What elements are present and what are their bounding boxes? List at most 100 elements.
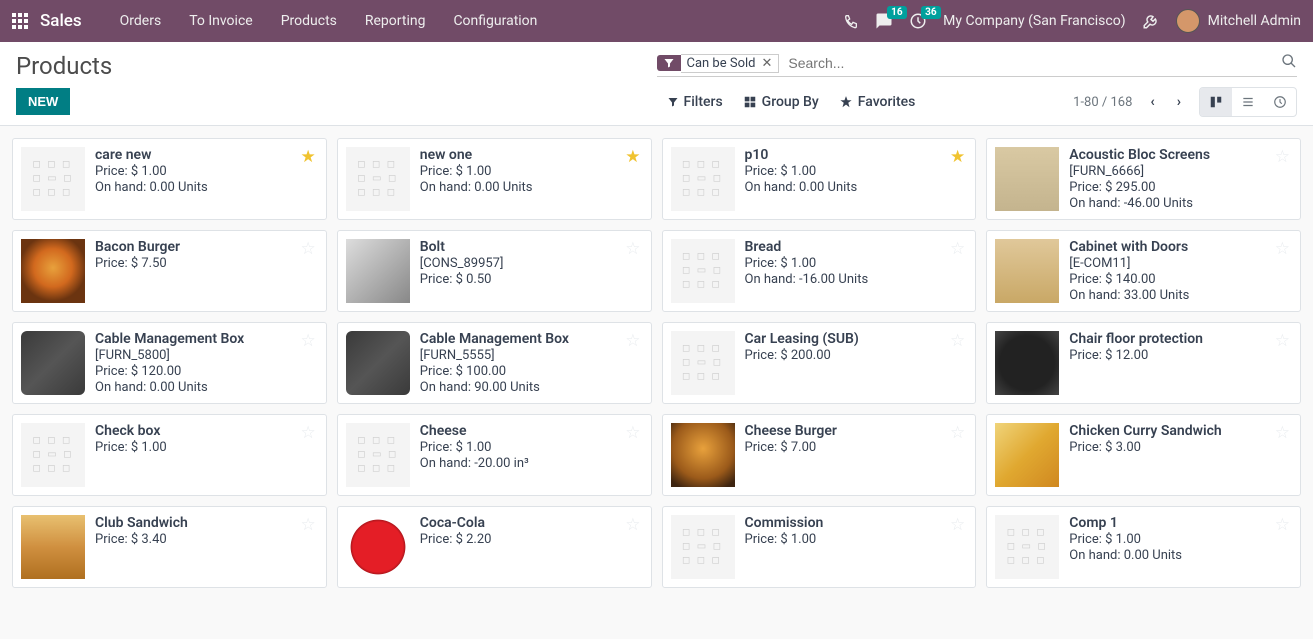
pager-prev-icon[interactable]: ‹ bbox=[1146, 92, 1158, 112]
product-price: Price: $ 1.00 bbox=[745, 164, 968, 179]
groupby-button[interactable]: Group By bbox=[733, 90, 829, 114]
pager-next-icon[interactable]: › bbox=[1173, 92, 1185, 112]
product-price: Price: $ 140.00 bbox=[1069, 272, 1292, 287]
product-name: Car Leasing (SUB) bbox=[745, 331, 968, 347]
messages-icon[interactable]: 16 bbox=[875, 12, 893, 30]
product-card[interactable]: new onePrice: $ 1.00On hand: 0.00 Units … bbox=[337, 138, 652, 220]
product-ref: [CONS_89957] bbox=[420, 256, 643, 271]
product-card[interactable]: Club SandwichPrice: $ 3.40 ☆ bbox=[12, 506, 327, 588]
product-onhand: On hand: -46.00 Units bbox=[1069, 196, 1292, 211]
product-price: Price: $ 1.00 bbox=[745, 256, 968, 271]
user-menu[interactable]: Mitchell Admin bbox=[1176, 9, 1301, 33]
product-card[interactable]: Check boxPrice: $ 1.00 ☆ bbox=[12, 414, 327, 496]
product-card[interactable]: CommissionPrice: $ 1.00 ☆ bbox=[662, 506, 977, 588]
product-price: Price: $ 1.00 bbox=[745, 532, 968, 547]
menu-configuration[interactable]: Configuration bbox=[439, 0, 551, 42]
product-card[interactable]: Coca-ColaPrice: $ 2.20 ☆ bbox=[337, 506, 652, 588]
product-thumb bbox=[21, 515, 85, 579]
product-thumb bbox=[995, 331, 1059, 395]
favorite-star-icon[interactable]: ☆ bbox=[625, 515, 640, 535]
favorite-star-icon[interactable]: ★ bbox=[950, 147, 965, 167]
product-kanban: care newPrice: $ 1.00On hand: 0.00 Units… bbox=[0, 126, 1313, 600]
menu-orders[interactable]: Orders bbox=[106, 0, 176, 42]
favorites-button[interactable]: Favorites bbox=[829, 90, 926, 114]
phone-icon[interactable] bbox=[843, 13, 859, 29]
activities-icon[interactable]: 36 bbox=[909, 12, 927, 30]
filters-button[interactable]: Filters bbox=[657, 90, 733, 114]
favorite-star-icon[interactable]: ☆ bbox=[1275, 515, 1290, 535]
filter-facet-icon[interactable] bbox=[657, 55, 681, 71]
apps-menu-icon[interactable] bbox=[12, 13, 28, 29]
product-card[interactable]: Chicken Curry SandwichPrice: $ 3.00 ☆ bbox=[986, 414, 1301, 496]
company-selector[interactable]: My Company (San Francisco) bbox=[943, 13, 1125, 29]
favorite-star-icon[interactable]: ☆ bbox=[625, 423, 640, 443]
product-ref: [E-COM11] bbox=[1069, 256, 1292, 271]
product-name: Acoustic Bloc Screens bbox=[1069, 147, 1292, 163]
kanban-view-icon[interactable] bbox=[1200, 88, 1232, 116]
favorite-star-icon[interactable]: ☆ bbox=[301, 423, 316, 443]
list-view-icon[interactable] bbox=[1232, 88, 1264, 116]
product-name: Club Sandwich bbox=[95, 515, 318, 531]
search-input[interactable] bbox=[785, 52, 1281, 74]
filters-label: Filters bbox=[684, 94, 723, 110]
search-icon[interactable] bbox=[1281, 53, 1297, 73]
facet-remove-icon[interactable]: ✕ bbox=[761, 56, 772, 71]
favorite-star-icon[interactable]: ☆ bbox=[301, 331, 316, 351]
product-price: Price: $ 3.40 bbox=[95, 532, 318, 547]
favorite-star-icon[interactable]: ☆ bbox=[1275, 239, 1290, 259]
favorite-star-icon[interactable]: ★ bbox=[301, 147, 316, 167]
menu-products[interactable]: Products bbox=[267, 0, 351, 42]
product-thumb bbox=[21, 423, 85, 487]
view-switcher bbox=[1199, 87, 1297, 117]
product-card[interactable]: care newPrice: $ 1.00On hand: 0.00 Units… bbox=[12, 138, 327, 220]
product-price: Price: $ 1.00 bbox=[420, 164, 643, 179]
product-card[interactable]: p10Price: $ 1.00On hand: 0.00 Units ★ bbox=[662, 138, 977, 220]
favorite-star-icon[interactable]: ☆ bbox=[301, 239, 316, 259]
product-price: Price: $ 1.00 bbox=[95, 440, 318, 455]
favorite-star-icon[interactable]: ☆ bbox=[950, 331, 965, 351]
favorite-star-icon[interactable]: ☆ bbox=[950, 423, 965, 443]
product-thumb bbox=[671, 423, 735, 487]
product-card[interactable]: Bacon BurgerPrice: $ 7.50 ☆ bbox=[12, 230, 327, 312]
product-price: Price: $ 0.50 bbox=[420, 272, 643, 287]
product-card[interactable]: CheesePrice: $ 1.00On hand: -20.00 in³ ☆ bbox=[337, 414, 652, 496]
activity-view-icon[interactable] bbox=[1264, 88, 1296, 116]
product-card[interactable]: BreadPrice: $ 1.00On hand: -16.00 Units … bbox=[662, 230, 977, 312]
pager[interactable]: 1-80 / 168 bbox=[1073, 95, 1132, 110]
favorite-star-icon[interactable]: ☆ bbox=[625, 331, 640, 351]
favorite-star-icon[interactable]: ☆ bbox=[301, 515, 316, 535]
product-name: Chicken Curry Sandwich bbox=[1069, 423, 1292, 439]
product-onhand: On hand: -16.00 Units bbox=[745, 272, 968, 287]
product-thumb bbox=[346, 239, 410, 303]
favorite-star-icon[interactable]: ☆ bbox=[950, 515, 965, 535]
product-price: Price: $ 7.50 bbox=[95, 256, 318, 271]
product-onhand: On hand: 90.00 Units bbox=[420, 380, 643, 395]
favorite-star-icon[interactable]: ☆ bbox=[1275, 147, 1290, 167]
product-card[interactable]: Cable Management Box[FURN_5555]Price: $ … bbox=[337, 322, 652, 404]
product-price: Price: $ 3.00 bbox=[1069, 440, 1292, 455]
favorite-star-icon[interactable]: ☆ bbox=[1275, 423, 1290, 443]
debug-icon[interactable] bbox=[1142, 12, 1160, 30]
product-onhand: On hand: 0.00 Units bbox=[745, 180, 968, 195]
product-card[interactable]: Acoustic Bloc Screens[FURN_6666]Price: $… bbox=[986, 138, 1301, 220]
product-card[interactable]: Cabinet with Doors[E-COM11]Price: $ 140.… bbox=[986, 230, 1301, 312]
product-card[interactable]: Car Leasing (SUB)Price: $ 200.00 ☆ bbox=[662, 322, 977, 404]
product-onhand: On hand: 0.00 Units bbox=[420, 180, 643, 195]
favorite-star-icon[interactable]: ☆ bbox=[1275, 331, 1290, 351]
product-price: Price: $ 1.00 bbox=[420, 440, 643, 455]
product-name: Cheese bbox=[420, 423, 643, 439]
product-name: Cable Management Box bbox=[420, 331, 643, 347]
menu-to-invoice[interactable]: To Invoice bbox=[175, 0, 267, 42]
menu-reporting[interactable]: Reporting bbox=[351, 0, 440, 42]
favorite-star-icon[interactable]: ★ bbox=[625, 147, 640, 167]
favorite-star-icon[interactable]: ☆ bbox=[950, 239, 965, 259]
favorite-star-icon[interactable]: ☆ bbox=[625, 239, 640, 259]
product-card[interactable]: Comp 1Price: $ 1.00On hand: 0.00 Units ☆ bbox=[986, 506, 1301, 588]
product-card[interactable]: Cheese BurgerPrice: $ 7.00 ☆ bbox=[662, 414, 977, 496]
app-brand[interactable]: Sales bbox=[40, 11, 82, 31]
new-button[interactable]: NEW bbox=[16, 88, 70, 115]
product-card[interactable]: Bolt[CONS_89957]Price: $ 0.50 ☆ bbox=[337, 230, 652, 312]
product-card[interactable]: Cable Management Box[FURN_5800]Price: $ … bbox=[12, 322, 327, 404]
control-panel: Products NEW Can be Sold ✕ Filters Gr bbox=[0, 42, 1313, 126]
product-card[interactable]: Chair floor protectionPrice: $ 12.00 ☆ bbox=[986, 322, 1301, 404]
